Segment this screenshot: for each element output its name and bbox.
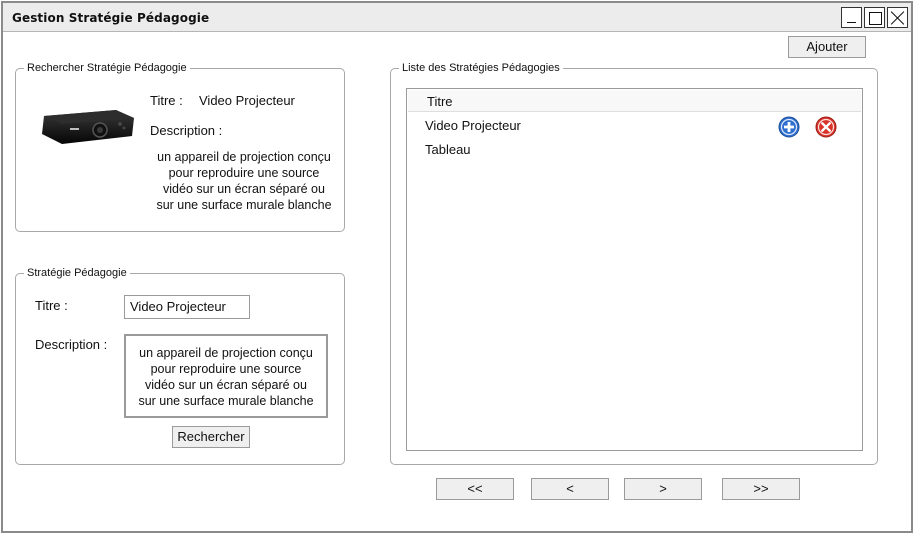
- list-panel-legend: Liste des Stratégies Pédagogies: [399, 61, 563, 75]
- minimize-button[interactable]: [841, 7, 862, 28]
- list-panel: Liste des Stratégies Pédagogies Titre Vi…: [390, 61, 878, 465]
- delete-item-button[interactable]: [815, 116, 837, 138]
- search-titre-value: Video Projecteur: [199, 93, 295, 108]
- form-description-line: un appareil de projection conçu: [139, 346, 313, 360]
- first-page-button[interactable]: <<: [436, 478, 514, 500]
- add-button[interactable]: Ajouter: [788, 36, 866, 58]
- search-description-line: pour reproduire une source: [168, 166, 320, 180]
- next-page-button[interactable]: >: [624, 478, 702, 500]
- form-description-label: Description :: [35, 337, 108, 352]
- last-page-button[interactable]: >>: [722, 478, 800, 500]
- form-titre-label: Titre :: [35, 298, 68, 313]
- column-header-titre[interactable]: Titre: [427, 94, 453, 109]
- projector-image: [42, 110, 134, 144]
- search-description-line: sur une surface murale blanche: [156, 198, 332, 212]
- search-panel-legend: Rechercher Stratégie Pédagogie: [24, 61, 190, 75]
- title-bar: Gestion Stratégie Pédagogie: [3, 3, 911, 32]
- close-button[interactable]: [887, 7, 908, 28]
- list-item[interactable]: Video Projecteur: [425, 118, 521, 133]
- search-panel: Rechercher Stratégie Pédagogie Titre : V…: [15, 61, 345, 232]
- form-description-line: sur une surface murale blanche: [138, 394, 314, 408]
- add-item-button[interactable]: [778, 116, 800, 138]
- description-textarea[interactable]: un appareil de projection conçu pour rep…: [124, 334, 328, 418]
- form-description-line: pour reproduire une source: [150, 362, 302, 376]
- window-title: Gestion Stratégie Pédagogie: [12, 11, 210, 25]
- app-window: Gestion Stratégie Pédagogie Ajouter Rech…: [1, 1, 913, 533]
- search-description-text: un appareil de projection conçu pour rep…: [144, 149, 344, 213]
- form-panel-legend: Stratégie Pédagogie: [24, 266, 130, 280]
- search-description-line: un appareil de projection conçu: [157, 150, 331, 164]
- strategies-list: Titre Video Projecteur Tableau: [406, 88, 863, 451]
- search-description-line: vidéo sur un écran séparé ou: [163, 182, 325, 196]
- form-description-text: un appareil de projection conçu pour rep…: [126, 345, 326, 409]
- previous-page-button[interactable]: <: [531, 478, 609, 500]
- titre-input[interactable]: Video Projecteur: [124, 295, 250, 319]
- plus-circle-icon: [778, 116, 800, 138]
- list-item[interactable]: Tableau: [425, 142, 471, 157]
- list-header: Titre: [408, 90, 861, 112]
- search-description-label: Description :: [150, 123, 223, 138]
- form-description-line: vidéo sur un écran séparé ou: [145, 378, 307, 392]
- delete-circle-icon: [815, 116, 837, 138]
- form-panel: Stratégie Pédagogie Titre : Video Projec…: [15, 266, 345, 465]
- maximize-button[interactable]: [864, 7, 885, 28]
- search-button[interactable]: Rechercher: [172, 426, 250, 448]
- search-titre-label: Titre :: [150, 93, 183, 108]
